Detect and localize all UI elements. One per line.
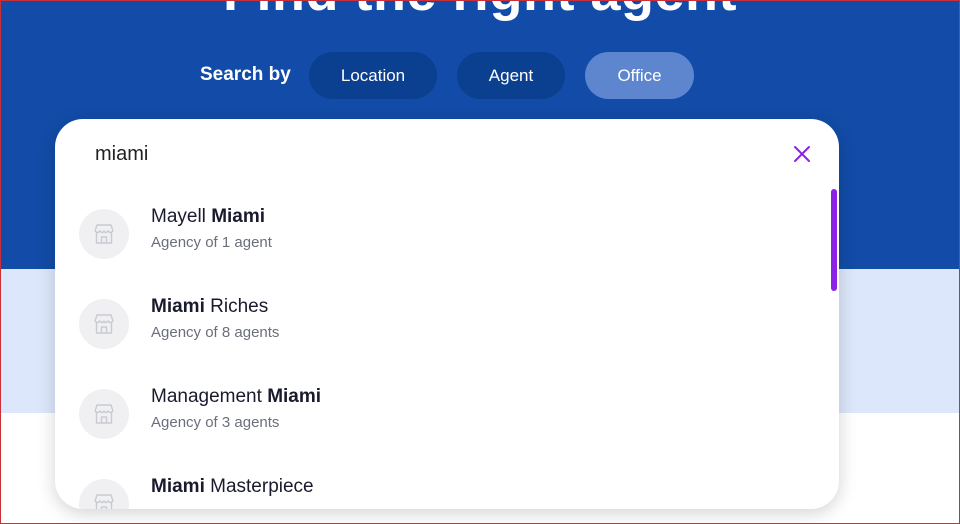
result-name: Mayell Miami xyxy=(151,205,265,229)
result-name-text: Management xyxy=(151,386,268,407)
storefront-icon xyxy=(79,209,129,259)
tab-office[interactable]: Office xyxy=(585,52,694,99)
result-name-match: Miami xyxy=(151,476,205,497)
search-by-label: Search by xyxy=(200,64,291,85)
result-name-match: Miami xyxy=(267,386,322,407)
result-subtitle: Agency of 3 agents xyxy=(151,414,280,431)
page-frame: Find the right agent Search by Location … xyxy=(0,0,960,524)
page-title: Find the right agent xyxy=(1,1,959,23)
result-name-match: Miami xyxy=(211,206,266,227)
storefront-icon xyxy=(79,479,129,509)
list-item[interactable]: Miami Masterpiece xyxy=(79,473,799,509)
result-name-match: Miami xyxy=(151,296,205,317)
list-item[interactable]: Mayell Miami Agency of 1 agent xyxy=(79,203,799,267)
storefront-icon xyxy=(79,299,129,349)
scrollbar-thumb[interactable] xyxy=(831,189,837,291)
search-dropdown-panel: Mayell Miami Agency of 1 agent Miami Riche… xyxy=(55,119,839,509)
result-name: Miami Riches xyxy=(151,295,268,319)
tab-agent[interactable]: Agent xyxy=(457,52,565,99)
result-name-text: Riches xyxy=(204,296,269,317)
result-name-text: Masterpiece xyxy=(204,476,314,497)
search-input[interactable] xyxy=(95,139,695,169)
result-name: Miami Masterpiece xyxy=(151,475,314,499)
close-icon[interactable] xyxy=(791,143,813,165)
tab-location[interactable]: Location xyxy=(309,52,437,99)
result-name: Management Miami xyxy=(151,385,321,409)
result-subtitle: Agency of 8 agents xyxy=(151,324,280,341)
result-subtitle: Agency of 1 agent xyxy=(151,234,272,251)
list-item[interactable]: Miami Riches Agency of 8 agents xyxy=(79,293,799,357)
result-name-text: Mayell xyxy=(151,206,212,227)
list-item[interactable]: Management Miami Agency of 3 agents xyxy=(79,383,799,447)
storefront-icon xyxy=(79,389,129,439)
